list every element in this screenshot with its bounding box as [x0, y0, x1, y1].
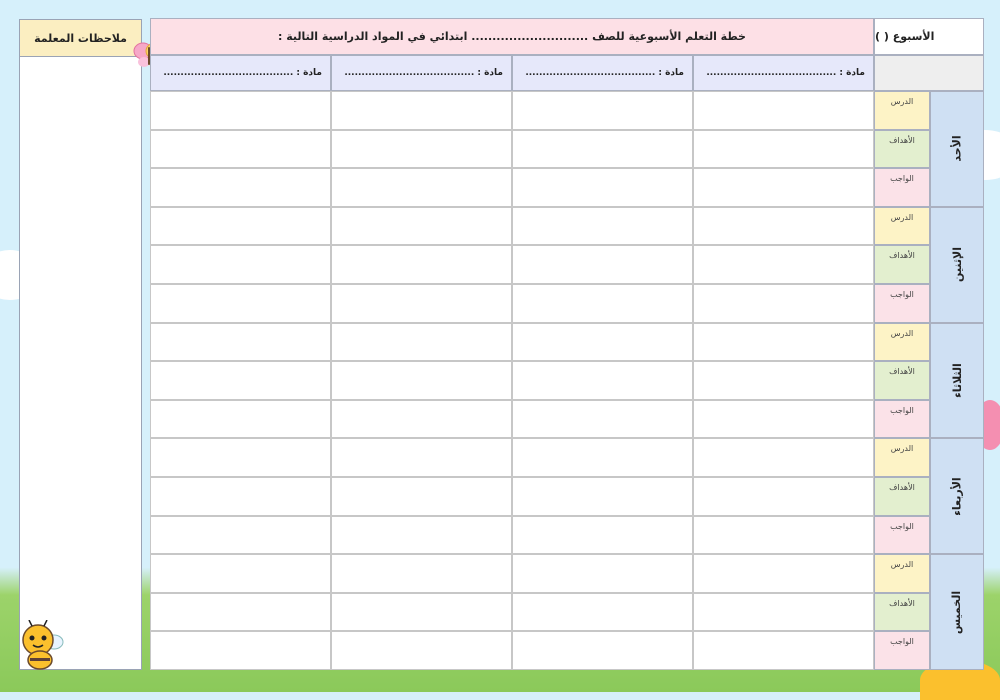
lesson-label: الدرس [874, 438, 930, 477]
plan-entry-cell[interactable] [331, 322, 512, 362]
plan-entry-cell[interactable] [150, 438, 331, 477]
plan-entry-cell[interactable] [512, 361, 693, 400]
plan-entry-cell[interactable] [150, 515, 331, 555]
plan-entry-cell[interactable] [512, 438, 693, 477]
plan-entry-cell[interactable] [331, 129, 512, 169]
subject-header: مادة : .................................… [150, 55, 331, 91]
plan-entry-cell[interactable] [150, 361, 331, 400]
plan-entry-cell[interactable] [512, 554, 693, 593]
day-name-cell: الإثنين [930, 206, 984, 323]
day-name-cell: الأربعاء [930, 438, 984, 555]
objectives-label: الأهداف [874, 129, 930, 169]
plan-entry-cell[interactable] [693, 206, 874, 246]
plan-entry-cell[interactable] [693, 592, 874, 632]
plan-entry-cell[interactable] [150, 91, 331, 130]
day-name-cell: الخميس [930, 554, 984, 670]
plan-entry-cell[interactable] [512, 592, 693, 632]
plan-entry-cell[interactable] [693, 438, 874, 477]
plan-entry-cell[interactable] [693, 168, 874, 207]
day-name-cell: الثلاثاء [930, 322, 984, 439]
plan-entry-cell[interactable] [150, 245, 331, 284]
plan-entry-cell[interactable] [331, 592, 512, 632]
plan-entry-cell[interactable] [150, 399, 331, 439]
homework-label: الواجب [874, 515, 930, 555]
week-number-label: الأسبوع ( ) [874, 18, 984, 55]
weekly-plan-table: خطة التعلم الأسبوعية للصف ..............… [150, 18, 984, 670]
plan-entry-cell[interactable] [693, 515, 874, 555]
plan-entry-cell[interactable] [693, 284, 874, 323]
plan-entry-cell[interactable] [512, 515, 693, 555]
plan-entry-cell[interactable] [150, 631, 331, 670]
objectives-label: الأهداف [874, 245, 930, 284]
day-name-cell: الأحد [930, 91, 984, 207]
plan-entry-cell[interactable] [331, 206, 512, 246]
plan-entry-cell[interactable] [512, 631, 693, 670]
plan-entry-cell[interactable] [150, 322, 331, 362]
plan-entry-cell[interactable] [693, 631, 874, 670]
plan-entry-cell[interactable] [512, 399, 693, 439]
homework-label: الواجب [874, 399, 930, 439]
plan-entry-cell[interactable] [331, 477, 512, 516]
plan-entry-cell[interactable] [331, 91, 512, 130]
plan-entry-cell[interactable] [150, 592, 331, 632]
homework-label: الواجب [874, 168, 930, 207]
plan-entry-cell[interactable] [512, 129, 693, 169]
plan-entry-cell[interactable] [693, 322, 874, 362]
plan-entry-cell[interactable] [331, 361, 512, 400]
plan-entry-cell[interactable] [512, 206, 693, 246]
day-name: الخميس [950, 590, 964, 634]
subject-header: مادة : .................................… [693, 55, 874, 91]
bee-icon [22, 620, 64, 670]
subject-header: مادة : .................................… [512, 55, 693, 91]
plan-entry-cell[interactable] [512, 477, 693, 516]
objectives-label: الأهداف [874, 477, 930, 516]
homework-label: الواجب [874, 631, 930, 670]
plan-entry-cell[interactable] [331, 245, 512, 284]
plan-entry-cell[interactable] [331, 284, 512, 323]
plan-entry-cell[interactable] [693, 477, 874, 516]
day-name: الإثنين [950, 247, 964, 283]
plan-entry-cell[interactable] [331, 168, 512, 207]
plan-entry-cell[interactable] [512, 284, 693, 323]
plan-entry-cell[interactable] [693, 129, 874, 169]
plan-entry-cell[interactable] [150, 284, 331, 323]
lesson-label: الدرس [874, 91, 930, 130]
plan-entry-cell[interactable] [693, 245, 874, 284]
teacher-notes-title: ملاحظات المعلمة [20, 20, 141, 57]
plan-entry-cell[interactable] [693, 91, 874, 130]
day-name: الأحد [950, 135, 964, 163]
plan-entry-cell[interactable] [331, 515, 512, 555]
lesson-label: الدرس [874, 554, 930, 593]
teacher-notes-panel: ملاحظات المعلمة [19, 19, 142, 670]
plan-entry-cell[interactable] [693, 399, 874, 439]
plan-entry-cell[interactable] [512, 168, 693, 207]
day-name: الثلاثاء [950, 363, 964, 398]
plan-entry-cell[interactable] [512, 322, 693, 362]
plan-entry-cell[interactable] [150, 129, 331, 169]
plan-entry-cell[interactable] [150, 477, 331, 516]
homework-label: الواجب [874, 284, 930, 323]
plan-entry-cell[interactable] [331, 631, 512, 670]
plan-entry-cell[interactable] [512, 245, 693, 284]
day-name: الأربعاء [950, 477, 964, 516]
plan-title: خطة التعلم الأسبوعية للصف ..............… [150, 18, 874, 55]
objectives-label: الأهداف [874, 361, 930, 400]
plan-entry-cell[interactable] [331, 399, 512, 439]
plan-entry-cell[interactable] [150, 168, 331, 207]
plan-entry-cell[interactable] [150, 554, 331, 593]
plan-entry-cell[interactable] [150, 206, 331, 246]
subject-header: مادة : .................................… [331, 55, 512, 91]
plan-entry-cell[interactable] [512, 91, 693, 130]
objectives-label: الأهداف [874, 592, 930, 632]
lesson-label: الدرس [874, 322, 930, 362]
header-corner [874, 55, 984, 91]
plan-entry-cell[interactable] [331, 438, 512, 477]
lesson-label: الدرس [874, 206, 930, 246]
plan-entry-cell[interactable] [331, 554, 512, 593]
plan-entry-cell[interactable] [693, 361, 874, 400]
plan-entry-cell[interactable] [693, 554, 874, 593]
